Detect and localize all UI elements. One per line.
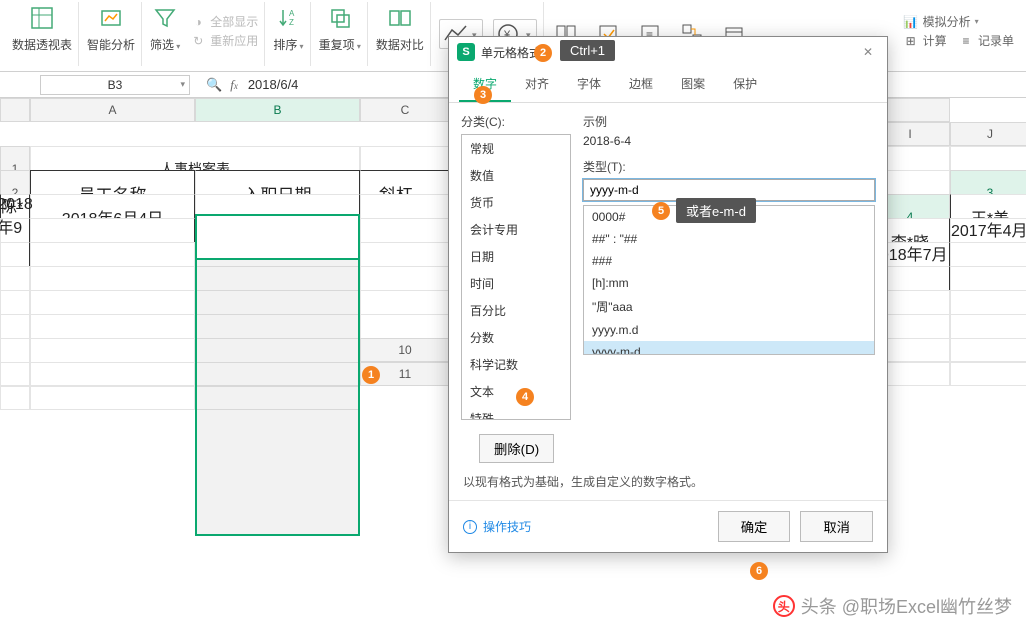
dialog-tabs: 数字 对齐 字体 边框 图案 保护 <box>449 67 887 103</box>
select-all-corner[interactable] <box>0 98 30 122</box>
ribbon-compare[interactable]: 数据对比 <box>370 2 431 66</box>
sim-analysis[interactable]: 📊模拟分析 ▾ <box>903 13 1014 30</box>
list-item[interactable]: yyyy-m-d <box>584 341 874 355</box>
pivot-icon <box>28 4 56 32</box>
calc-row[interactable]: ⊞计算 ≡记录单 <box>903 32 1014 49</box>
ribbon-right: 📊模拟分析 ▾ ⊞计算 ≡记录单 <box>897 2 1020 66</box>
col-header[interactable]: B <box>195 98 360 122</box>
ribbon-filter-group: 筛选 ▾ ◑全部显示 ↻重新应用 <box>144 2 265 66</box>
list-item[interactable]: yyyy.m.d <box>584 319 874 341</box>
svg-text:A: A <box>289 9 295 18</box>
list-item[interactable]: "周"aaa <box>584 294 874 319</box>
dupe-icon <box>326 4 354 32</box>
list-item[interactable]: 科学记数 <box>462 351 570 378</box>
tips-link[interactable]: i 操作技巧 <box>463 518 531 535</box>
dialog-title: 单元格格式 <box>481 44 541 61</box>
name-box[interactable]: B3 ▾ <box>40 75 190 95</box>
ribbon-smart[interactable]: 智能分析 <box>81 2 142 66</box>
formula-input[interactable] <box>246 76 446 93</box>
col-header[interactable]: J <box>950 122 1026 146</box>
type-label: 类型(T): <box>583 158 875 175</box>
col-header[interactable]: A <box>30 98 195 122</box>
annotation-4: 4 <box>516 388 534 406</box>
watermark-icon: 头 <box>773 595 795 617</box>
tab-border[interactable]: 边框 <box>615 67 667 102</box>
ribbon-dupe[interactable]: 重复项 ▾ <box>313 2 368 66</box>
list-item[interactable]: 分数 <box>462 324 570 351</box>
cancel-button[interactable]: 取消 <box>800 511 873 542</box>
annotation-2: 2 <box>534 44 552 62</box>
list-item[interactable]: 会计专用 <box>462 216 570 243</box>
tab-align[interactable]: 对齐 <box>511 67 563 102</box>
annotation-1: 1 <box>362 366 380 384</box>
tab-font[interactable]: 字体 <box>563 67 615 102</box>
watermark: 头 头条 @职场Excel幽竹丝梦 <box>773 593 1012 619</box>
annotation-5: 5 <box>652 202 670 220</box>
list-item[interactable]: 百分比 <box>462 297 570 324</box>
category-list[interactable]: 常规 数值 货币 会计专用 日期 时间 百分比 分数 科学记数 文本 特殊 自定… <box>461 134 571 420</box>
tab-protect[interactable]: 保护 <box>719 67 771 102</box>
reapply: ↻重新应用 <box>190 32 258 49</box>
shortcut-hint: Ctrl+1 <box>560 40 615 61</box>
delete-button[interactable]: 删除(D) <box>479 434 554 463</box>
cell-format-dialog: S 单元格格式 ✕ 数字 对齐 字体 边框 图案 保护 分类(C): 常规 数值… <box>448 36 888 553</box>
list-item[interactable]: 数值 <box>462 162 570 189</box>
sort-icon: AZ <box>274 4 302 32</box>
ribbon-sort[interactable]: AZ 排序 ▾ <box>267 2 310 66</box>
compare-icon <box>386 4 414 32</box>
sample-value: 2018-6-4 <box>583 134 875 148</box>
list-item[interactable]: 常规 <box>462 135 570 162</box>
show-all: ◑全部显示 <box>190 13 258 30</box>
format-description: 以现有格式为基础，生成自定义的数字格式。 <box>449 471 887 500</box>
app-icon: S <box>457 43 475 61</box>
annotation-3: 3 <box>474 86 492 104</box>
list-item[interactable]: ### <box>584 250 874 272</box>
list-item[interactable]: 特殊 <box>462 405 570 420</box>
type-list[interactable]: 0000# ##" : "## ### [h]:mm "周"aaa yyyy.m… <box>583 205 875 355</box>
list-item[interactable]: ##" : "## <box>584 228 874 250</box>
smart-icon <box>97 4 125 32</box>
category-label: 分类(C): <box>461 113 571 130</box>
sample-label: 示例 <box>583 113 875 130</box>
chevron-down-icon[interactable]: ▾ <box>180 79 185 90</box>
info-icon: i <box>463 520 477 534</box>
svg-text:Z: Z <box>289 18 294 27</box>
ribbon-pivot[interactable]: 数据透视表 <box>6 2 79 66</box>
filter-icon[interactable] <box>151 4 179 32</box>
close-icon[interactable]: ✕ <box>857 45 879 59</box>
col-header[interactable]: C <box>360 98 450 122</box>
list-item[interactable]: 时间 <box>462 270 570 297</box>
fx-icon[interactable]: fx <box>230 77 238 93</box>
ok-button[interactable]: 确定 <box>718 511 791 542</box>
type-hint: 或者e-m-d <box>676 198 756 223</box>
row-header[interactable]: 10 <box>360 338 450 362</box>
list-item[interactable]: 日期 <box>462 243 570 270</box>
tab-pattern[interactable]: 图案 <box>667 67 719 102</box>
list-item[interactable]: 货币 <box>462 189 570 216</box>
list-item[interactable]: [h]:mm <box>584 272 874 294</box>
annotation-6: 6 <box>750 562 768 580</box>
zoom-icon[interactable]: 🔍 <box>206 77 222 93</box>
